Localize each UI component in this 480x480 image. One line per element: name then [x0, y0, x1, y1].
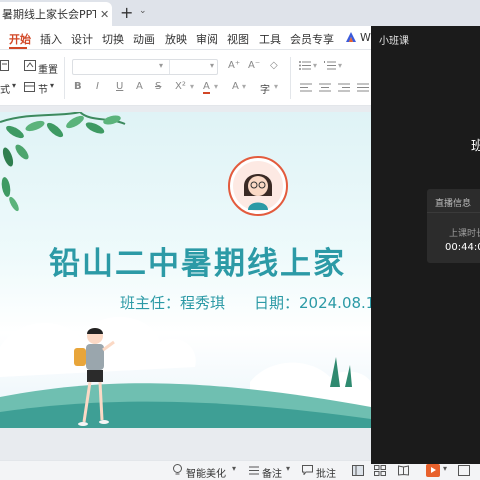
section-label[interactable]: 节 [38, 81, 48, 96]
menu-view[interactable]: 视图 [227, 31, 249, 47]
active-menu-indicator [9, 47, 27, 49]
slide-canvas: 铅山二中暑期线上家 班主任：程秀琪 日期：2024.08.1 [0, 106, 371, 460]
slide-sorter-icon[interactable] [374, 465, 386, 476]
lightbulb-icon[interactable] [172, 464, 183, 476]
pinyin-chevron-icon[interactable]: ▾ [274, 82, 278, 91]
text-shadow-button[interactable]: A [136, 81, 143, 92]
format-label[interactable]: 式 [0, 81, 10, 96]
slide-teacher[interactable]: 班主任：程秀琪 [120, 292, 225, 313]
font-family-select[interactable]: ▾ ▾ [72, 59, 218, 75]
smart-beautify-button[interactable]: 智能美化 [186, 465, 226, 480]
class-time-label: 上课时长 [449, 229, 480, 239]
align-right-icon[interactable] [338, 83, 350, 92]
new-tab-button[interactable]: + [120, 3, 133, 22]
close-tab-icon[interactable]: ✕ [100, 8, 109, 21]
live-info-heading: 直播信息 [435, 199, 472, 209]
reading-view-icon[interactable] [398, 465, 409, 476]
superscript-chevron-icon[interactable]: ▾ [190, 82, 194, 91]
class-time-value: 00:44:0 [445, 242, 480, 253]
notes-button[interactable]: 备注 [262, 465, 282, 480]
notes-icon[interactable] [249, 465, 259, 476]
numbered-list-icon[interactable] [324, 61, 336, 70]
align-left-icon[interactable] [300, 83, 312, 92]
slide-title[interactable]: 铅山二中暑期线上家 [49, 238, 346, 283]
strikethrough-button[interactable]: S [155, 81, 161, 92]
leaves-illustration [0, 112, 126, 212]
char-spacing-chevron-icon[interactable]: ▾ [242, 82, 246, 91]
menu-tools[interactable]: 工具 [259, 31, 281, 47]
superscript-button[interactable]: X² [175, 81, 186, 92]
menu-home[interactable]: 开始 [9, 31, 31, 47]
play-slideshow-button[interactable] [426, 464, 440, 477]
notes-chevron-icon[interactable]: ▾ [286, 464, 290, 473]
menu-slideshow[interactable]: 放映 [165, 31, 187, 47]
teacher-avatar [228, 156, 288, 216]
italic-button[interactable]: I [96, 81, 99, 92]
wps-ai-icon[interactable] [345, 31, 357, 43]
menu-insert[interactable]: 插入 [40, 31, 62, 47]
char-spacing-button[interactable]: A [232, 81, 239, 92]
fit-window-icon[interactable] [458, 465, 470, 476]
ribbon-divider [290, 57, 291, 99]
shrink-font-button[interactable]: A⁻ [248, 60, 260, 71]
comment-icon[interactable] [302, 465, 313, 475]
layout-icon[interactable] [0, 60, 9, 71]
format-chevron-icon[interactable]: ▾ [12, 81, 16, 90]
reset-label[interactable]: 重置 [38, 61, 58, 76]
reset-icon[interactable] [24, 60, 36, 71]
panel-title: 小班课 [379, 36, 409, 47]
grow-font-button[interactable]: A⁺ [228, 60, 240, 71]
font-family-chevron-icon[interactable]: ▾ [159, 61, 163, 70]
clear-format-button[interactable]: ◇ [270, 60, 278, 71]
live-class-panel: 小班课 班 直播信息 上课时长 00:44:0 [371, 26, 480, 464]
font-select-divider [169, 60, 170, 74]
panel-class-label: 班 [471, 139, 480, 154]
menu-design[interactable]: 设计 [71, 31, 93, 47]
font-color-chevron-icon[interactable]: ▾ [214, 82, 218, 91]
menu-transition[interactable]: 切换 [102, 31, 124, 47]
ribbon-divider [64, 57, 65, 99]
live-info-divider [427, 212, 480, 213]
numbered-chevron-icon[interactable]: ▾ [338, 61, 342, 70]
section-chevron-icon[interactable]: ▾ [50, 81, 54, 90]
document-tab-title: 暑期线上家长会PPT(1).pp [2, 8, 96, 21]
underline-button[interactable]: U [116, 81, 123, 92]
bullet-chevron-icon[interactable]: ▾ [313, 61, 317, 70]
bold-button[interactable]: B [74, 81, 82, 92]
font-size-chevron-icon[interactable]: ▾ [210, 61, 214, 70]
play-chevron-icon[interactable]: ▾ [443, 464, 447, 473]
comments-button[interactable]: 批注 [316, 465, 336, 480]
menu-animation[interactable]: 动画 [133, 31, 155, 47]
wps-presentation-window: 暑期线上家长会PPT(1).pp ✕ + ⌄ 开始 插入 设计 切换 动画 放映… [0, 0, 480, 480]
title-bar: 暑期线上家长会PPT(1).pp ✕ + ⌄ [0, 0, 480, 26]
document-tab[interactable]: 暑期线上家长会PPT(1).pp ✕ [0, 2, 112, 26]
pinyin-button[interactable]: 字 [260, 81, 270, 96]
slide[interactable]: 铅山二中暑期线上家 班主任：程秀琪 日期：2024.08.1 [0, 112, 371, 428]
bullet-list-icon[interactable] [299, 61, 311, 70]
menu-member[interactable]: 会员专享 [290, 31, 334, 47]
slide-date[interactable]: 日期：2024.08.1 [254, 292, 371, 313]
smart-beautify-chevron-icon[interactable]: ▾ [232, 464, 236, 473]
font-color-button[interactable]: A [203, 81, 210, 94]
tab-list-chevron-icon[interactable]: ⌄ [139, 6, 147, 16]
justify-icon[interactable] [357, 83, 369, 92]
walking-boy-illustration [74, 328, 115, 426]
section-icon[interactable] [24, 82, 35, 92]
align-center-icon[interactable] [319, 83, 331, 92]
menu-review[interactable]: 审阅 [196, 31, 218, 47]
normal-view-icon[interactable] [352, 465, 364, 476]
